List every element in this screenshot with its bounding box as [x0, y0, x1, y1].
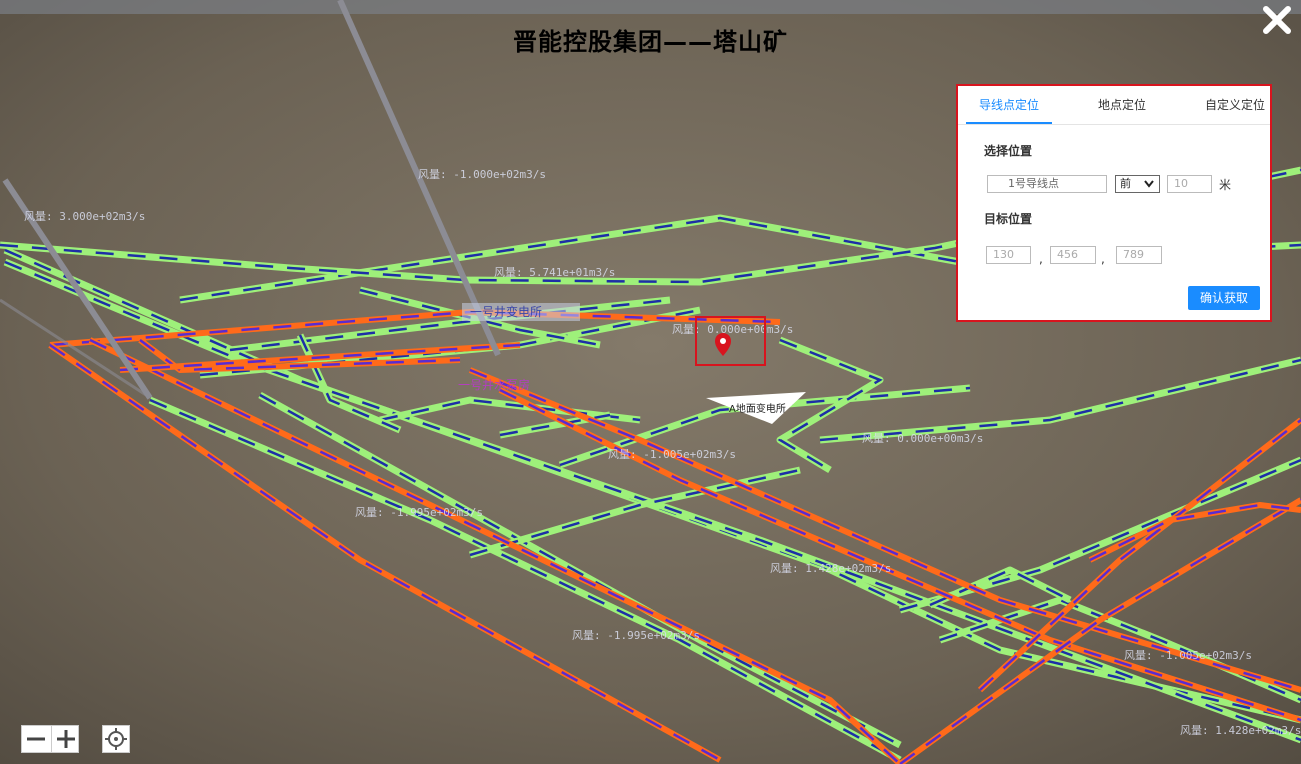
airflow-label: 风量: -1.005e+02m3/s	[1124, 649, 1252, 662]
airflow-label: 风量: -1.000e+02m3/s	[418, 168, 546, 181]
target-z-input[interactable]: 789	[1116, 246, 1162, 264]
airflow-label: 风量: 3.000e+02m3/s	[24, 210, 145, 223]
tab-place[interactable]: 地点定位	[1098, 96, 1146, 113]
confirm-button[interactable]: 确认获取	[1188, 286, 1260, 310]
target-position-label: 目标位置	[984, 212, 1033, 226]
close-icon	[1263, 6, 1291, 34]
location-tabs: 导线点定位 地点定位 自定义定位	[958, 86, 1270, 125]
chevron-down-icon	[1144, 180, 1154, 188]
tab-guide-point[interactable]: 导线点定位	[979, 96, 1039, 113]
airflow-label: 风量: -1.995e+02m3/s	[355, 506, 483, 519]
sky-strip	[0, 0, 1301, 14]
page-title: 晋能控股集团——塔山矿	[513, 28, 788, 56]
airflow-label: 风量: 1.428e+02m3/s	[1180, 724, 1301, 737]
coord-separator: ,	[1039, 252, 1043, 266]
crosshair-icon	[105, 728, 127, 750]
zoom-control	[21, 725, 79, 753]
active-tab-indicator	[966, 122, 1052, 124]
direction-select[interactable]: 前	[1115, 175, 1160, 193]
select-position-label: 选择位置	[984, 144, 1033, 158]
target-y-input[interactable]: 456	[1050, 246, 1096, 264]
guide-point-input[interactable]: 1号导线点	[987, 175, 1107, 193]
airflow-label: 风量: 5.741e+01m3/s	[494, 266, 615, 279]
direction-value: 前	[1120, 177, 1131, 190]
distance-unit: 米	[1219, 178, 1232, 192]
target-x-input[interactable]: 130	[986, 246, 1031, 264]
tab-custom[interactable]: 自定义定位	[1205, 96, 1265, 113]
plus-icon	[57, 730, 75, 748]
airflow-label: 风量: -1.995e+02m3/s	[572, 629, 700, 642]
coord-separator: ,	[1101, 252, 1105, 266]
distance-input[interactable]: 10	[1167, 175, 1212, 193]
selected-point-highlight	[695, 316, 766, 366]
airflow-label: 风量: 1.428e+02m3/s	[770, 562, 891, 575]
pump-house-label: 一号井水泵房	[458, 377, 530, 392]
zoom-out-button[interactable]	[22, 726, 50, 752]
substation-label: 一号井变电所	[470, 304, 542, 319]
zoom-in-button[interactable]	[51, 726, 80, 752]
close-button[interactable]	[1259, 2, 1295, 38]
locate-button[interactable]	[102, 725, 130, 753]
ground-substation-label: A地面变电所	[729, 402, 786, 415]
airflow-label: 风量: -1.005e+02m3/s	[608, 448, 736, 461]
airflow-label: 风量: 0.000e+00m3/s	[862, 432, 983, 445]
minus-icon	[27, 737, 45, 741]
location-panel: 导线点定位 地点定位 自定义定位 选择位置 1号导线点 前 10 米 目标位置 …	[956, 84, 1272, 322]
